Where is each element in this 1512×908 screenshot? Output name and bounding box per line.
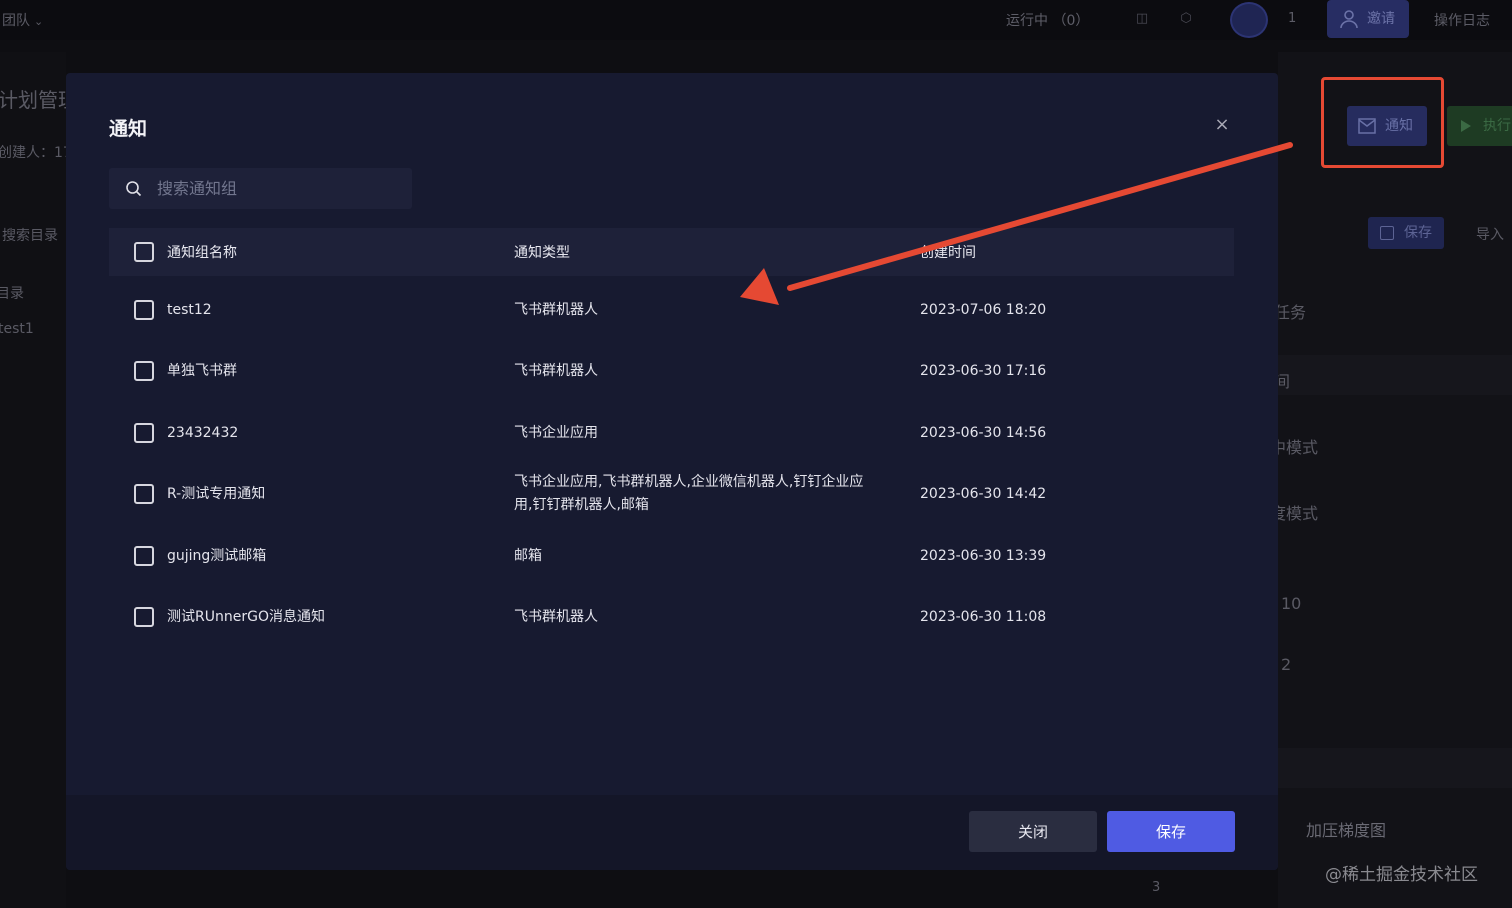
search-box [109,168,412,209]
row-name: R-测试专用通知 [167,486,266,502]
modal-footer: 关闭 保存 [66,795,1278,870]
invite-button[interactable]: 邀请 [1327,0,1409,38]
row-type-line2: 用,钉钉群机器人,邮箱 [514,497,649,513]
left-panel [0,52,66,908]
row-type: 邮箱 [514,548,542,564]
row-name: gujing测试邮箱 [167,548,267,564]
page-number[interactable]: 3 [1152,880,1160,895]
chevron-down-icon: ⌄ [34,15,44,28]
watermark: @稀土掘金技术社区 [1325,865,1478,885]
select-all-checkbox[interactable] [134,242,154,262]
list-item[interactable]: test1 [0,321,34,337]
value-label: 2 [1281,655,1292,674]
row-name: test12 [167,302,212,318]
column-header-type: 通知类型 [514,245,570,261]
table-row[interactable]: R-测试专用通知 飞书企业应用,飞书群机器人,企业微信机器人,钉钉企业应 用,钉… [109,464,1234,525]
avatar[interactable] [1230,2,1268,38]
row-type: 飞书群机器人 [514,302,598,318]
table-row[interactable]: gujing测试邮箱 邮箱 2023-06-30 13:39 [109,525,1234,586]
table-row[interactable]: 23432432 飞书企业应用 2023-06-30 14:56 [109,402,1234,463]
member-count: 1 [1288,11,1297,26]
column-header-name: 通知组名称 [167,245,237,261]
search-input[interactable] [157,168,402,209]
table-header: 通知组名称 通知类型 创建时间 [109,228,1234,276]
close-button[interactable]: 关闭 [969,811,1097,852]
dir-search[interactable]: 搜索目录 [2,225,58,245]
background-save-label: 保存 [1404,225,1432,241]
row-created: 2023-06-30 14:56 [920,425,1047,441]
invite-label: 邀请 [1367,11,1395,27]
task-label: 任务 [1274,303,1307,322]
cube-icon[interactable]: ⬡ [1176,9,1196,29]
row-created: 2023-06-30 17:16 [920,363,1047,379]
table-row[interactable]: test12 飞书群机器人 2023-07-06 18:20 [109,280,1234,341]
row-created: 2023-06-30 14:42 [920,486,1047,502]
notice-modal: 通知 × 通知组名称 通知类型 创建时间 test12 飞书群机器人 2023-… [66,73,1278,870]
right-band [1278,355,1512,395]
layout-icon[interactable]: ◫ [1132,9,1152,29]
column-header-created: 创建时间 [920,245,976,261]
row-checkbox[interactable] [134,607,154,627]
user-icon [1340,10,1358,29]
row-checkbox[interactable] [134,484,154,504]
row-name: 23432432 [167,425,239,441]
row-type: 飞书群机器人 [514,363,598,379]
row-checkbox[interactable] [134,423,154,443]
row-type-line1: 飞书企业应用,飞书群机器人,企业微信机器人,钉钉企业应 [514,474,864,490]
row-type: 飞书企业应用 [514,425,598,441]
dir-label: 目录 [0,286,24,302]
close-icon[interactable]: × [1214,116,1230,134]
value-label: 10 [1281,594,1302,613]
row-created: 2023-06-30 13:39 [920,548,1047,564]
execute-label: 执行 [1483,118,1511,134]
save-button[interactable]: 保存 [1107,811,1235,852]
row-name: 单独飞书群 [167,363,237,379]
row-created: 2023-07-06 18:20 [920,302,1047,318]
row-checkbox[interactable] [134,361,154,381]
table-row[interactable]: 测试RUnnerGO消息通知 飞书群机器人 2023-06-30 11:08 [109,586,1234,647]
row-checkbox[interactable] [134,300,154,320]
save-icon [1380,226,1394,240]
operation-log-link[interactable]: 操作日志 [1434,10,1490,30]
play-icon [1461,120,1471,132]
execute-button[interactable]: 执行 [1447,106,1512,146]
row-checkbox[interactable] [134,546,154,566]
import-button[interactable]: 导入 [1476,224,1504,244]
top-bar: 团队 ⌄ 运行中 （0） ◫ ⬡ 1 邀请 操作日志 [0,0,1512,40]
team-label: 团队 [2,13,30,29]
table-row[interactable]: 单独飞书群 飞书群机器人 2023-06-30 17:16 [109,341,1234,402]
search-icon [126,181,142,197]
row-type: 飞书群机器人 [514,609,598,625]
chart-label: 加压梯度图 [1306,821,1387,840]
row-created: 2023-06-30 11:08 [920,609,1047,625]
running-status[interactable]: 运行中 （0） [1006,10,1089,30]
team-selector[interactable]: 团队 ⌄ [2,10,43,30]
row-name: 测试RUnnerGO消息通知 [167,609,325,625]
modal-title: 通知 [109,118,148,140]
right-band [1278,748,1512,788]
background-save-button[interactable]: 保存 [1368,217,1444,249]
creator-text: 创建人：17 [0,145,72,161]
annotation-highlight-box [1321,77,1444,168]
